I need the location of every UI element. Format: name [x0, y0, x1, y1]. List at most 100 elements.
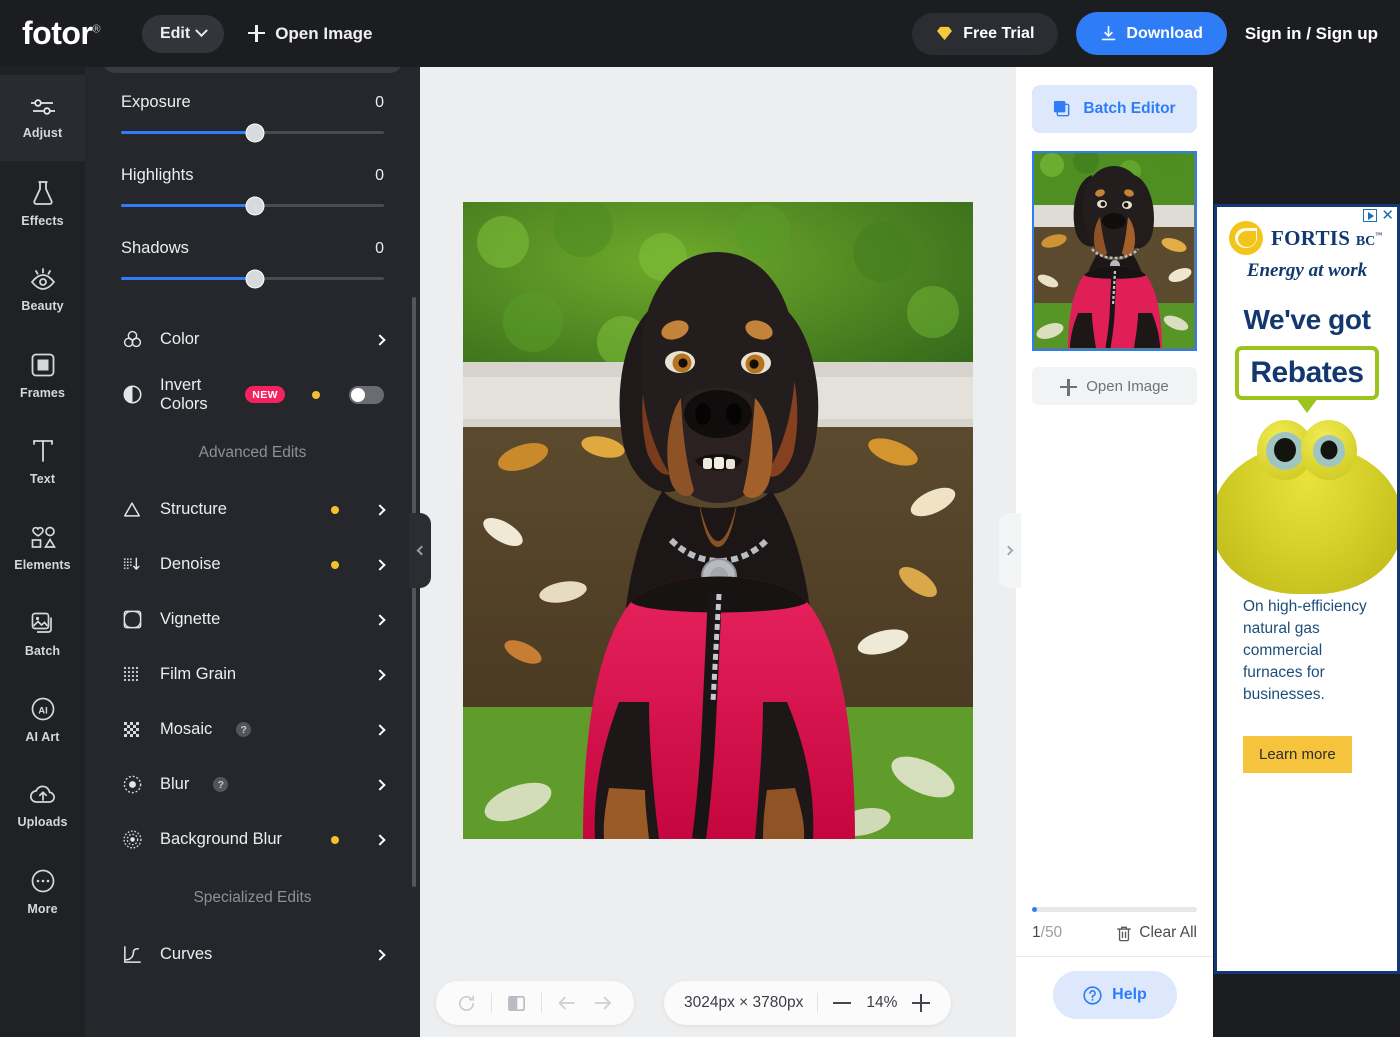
slider-label: Shadows — [121, 239, 189, 257]
invert-colors-toggle[interactable] — [349, 385, 384, 404]
sidebar-item-batch[interactable]: Batch — [0, 591, 85, 677]
batch-open-image-button[interactable]: Open Image — [1032, 367, 1197, 405]
diamond-icon — [937, 26, 953, 41]
panel-row-label: Curves — [160, 945, 213, 963]
batch-editor-label: Batch Editor — [1083, 100, 1176, 117]
help-icon[interactable]: ? — [236, 722, 252, 737]
sidebar-item-frames[interactable]: Frames — [0, 333, 85, 419]
slider-handle[interactable] — [246, 270, 264, 287]
clear-all-label: Clear All — [1139, 924, 1197, 941]
signin-signup-link[interactable]: Sign in / Sign up — [1245, 24, 1378, 44]
panel-scroll-content — [85, 67, 420, 73]
slider-value: 0 — [375, 239, 384, 257]
sidebar-item-more[interactable]: More — [0, 849, 85, 935]
help-label: Help — [1112, 986, 1147, 1003]
panel-row-curves[interactable]: Curves — [85, 927, 420, 982]
adchoices-icon[interactable] — [1363, 209, 1378, 222]
edited-photo[interactable] — [463, 202, 973, 839]
zoom-level: 14% — [866, 994, 898, 1011]
chevron-right-icon — [374, 558, 386, 571]
highlights-slider-track[interactable] — [121, 197, 384, 214]
pro-dot-icon — [331, 835, 339, 844]
ai-circle-icon: AI — [31, 697, 54, 721]
sidebar-item-elements[interactable]: Elements — [0, 505, 85, 591]
sidebar-item-label: Elements — [14, 558, 71, 572]
batch-editor-button[interactable]: Batch Editor — [1032, 85, 1197, 133]
slider-fill — [121, 277, 256, 280]
panel-row-film-grain[interactable]: Film Grain — [85, 647, 420, 702]
open-image-label: Open Image — [275, 23, 373, 43]
chevron-right-icon — [374, 503, 386, 516]
chevron-right-icon — [1003, 545, 1014, 556]
clear-all-button[interactable]: Clear All — [1116, 924, 1197, 942]
chevron-right-icon — [374, 948, 386, 961]
ad-speech-bubble: Rebates — [1235, 346, 1379, 400]
panel-row-label: Film Grain — [160, 665, 237, 683]
download-button[interactable]: Download — [1076, 12, 1227, 55]
panel-row-mosaic[interactable]: Mosaic ? — [85, 702, 420, 757]
fotor-logo[interactable]: fotor® — [22, 15, 100, 52]
zoom-out-button[interactable] — [832, 993, 852, 1013]
batch-panel: Batch Editor Open Image 1 / 50 Clear All… — [1016, 67, 1213, 1037]
help-button[interactable]: Help — [1052, 971, 1177, 1019]
exposure-slider-track[interactable] — [121, 124, 384, 141]
image-canvas[interactable] — [420, 67, 1016, 1037]
batch-total-count: 50 — [1044, 924, 1063, 941]
sidebar-item-label: More — [27, 902, 58, 916]
panel-top-control-cutoff[interactable] — [103, 67, 402, 73]
panel-row-label: Denoise — [160, 555, 221, 573]
ad-content: FORTIS BC™ Energy at work We've got Reba… — [1217, 207, 1397, 773]
adjust-panel: Exposure 0 Highlights 0 Shadows 0 Color … — [85, 67, 420, 1037]
collapse-left-panel-handle[interactable] — [409, 513, 431, 588]
compare-icon[interactable] — [506, 993, 527, 1014]
panel-scrollbar[interactable] — [412, 297, 416, 887]
slider-value: 0 — [375, 93, 384, 111]
zoom-in-button[interactable] — [911, 993, 931, 1013]
close-icon[interactable]: ✕ — [1381, 208, 1394, 223]
panel-row-vignette[interactable]: Vignette — [85, 592, 420, 647]
divider — [541, 993, 542, 1013]
batch-progress-scrollbar[interactable] — [1032, 907, 1197, 912]
ad-brand-main: FORTIS — [1271, 225, 1351, 250]
fortis-logo-icon — [1229, 221, 1263, 255]
collapse-right-panel-handle[interactable] — [999, 513, 1021, 588]
rotate-icon[interactable] — [456, 993, 477, 1014]
help-icon[interactable]: ? — [213, 777, 229, 792]
panel-row-background-blur[interactable]: Background Blur — [85, 812, 420, 867]
sidebar-item-text[interactable]: Text — [0, 419, 85, 505]
free-trial-label: Free Trial — [963, 24, 1035, 42]
ad-cta-button[interactable]: Learn more — [1243, 736, 1352, 773]
free-trial-button[interactable]: Free Trial — [912, 12, 1059, 55]
denoise-icon — [121, 555, 143, 575]
sidebar-item-uploads[interactable]: Uploads — [0, 763, 85, 849]
panel-row-denoise[interactable]: Denoise — [85, 537, 420, 592]
slider-handle[interactable] — [246, 124, 264, 141]
cloud-up-icon — [29, 785, 55, 803]
edit-menu-button[interactable]: Edit — [141, 14, 225, 53]
plus-icon — [1060, 378, 1078, 396]
logo-text: fotor — [22, 15, 93, 51]
slider-shadows: Shadows 0 — [121, 239, 384, 287]
ad-body-text: On high-efficiency natural gas commercia… — [1243, 598, 1367, 703]
chevron-right-icon — [374, 613, 386, 626]
sidebar-item-ai-art[interactable]: AI AI Art — [0, 677, 85, 763]
sidebar-item-effects[interactable]: Effects — [0, 161, 85, 247]
panel-row-blur[interactable]: Blur ? — [85, 757, 420, 812]
arrow-left-icon[interactable] — [556, 993, 578, 1013]
panel-row-structure[interactable]: Structure — [85, 482, 420, 537]
arrow-right-icon[interactable] — [592, 993, 614, 1013]
sidebar-item-beauty[interactable]: Beauty — [0, 247, 85, 333]
advertisement[interactable]: ✕ FORTIS BC™ Energy at work We've got Re… — [1214, 204, 1400, 974]
question-circle-icon — [1083, 985, 1102, 1005]
batch-thumbnail[interactable] — [1032, 151, 1197, 351]
shadows-slider-track[interactable] — [121, 270, 384, 287]
sidebar-item-adjust[interactable]: Adjust — [0, 75, 85, 161]
chevron-left-icon — [416, 545, 427, 556]
divider — [491, 993, 492, 1013]
sidebar-item-label: Adjust — [22, 126, 63, 140]
slider-handle[interactable] — [246, 197, 264, 214]
panel-row-invert-colors[interactable]: Invert Colors NEW — [85, 367, 420, 422]
panel-row-color[interactable]: Color — [85, 312, 420, 367]
panel-row-label: Mosaic — [160, 720, 213, 738]
open-image-button[interactable]: Open Image — [248, 23, 373, 44]
